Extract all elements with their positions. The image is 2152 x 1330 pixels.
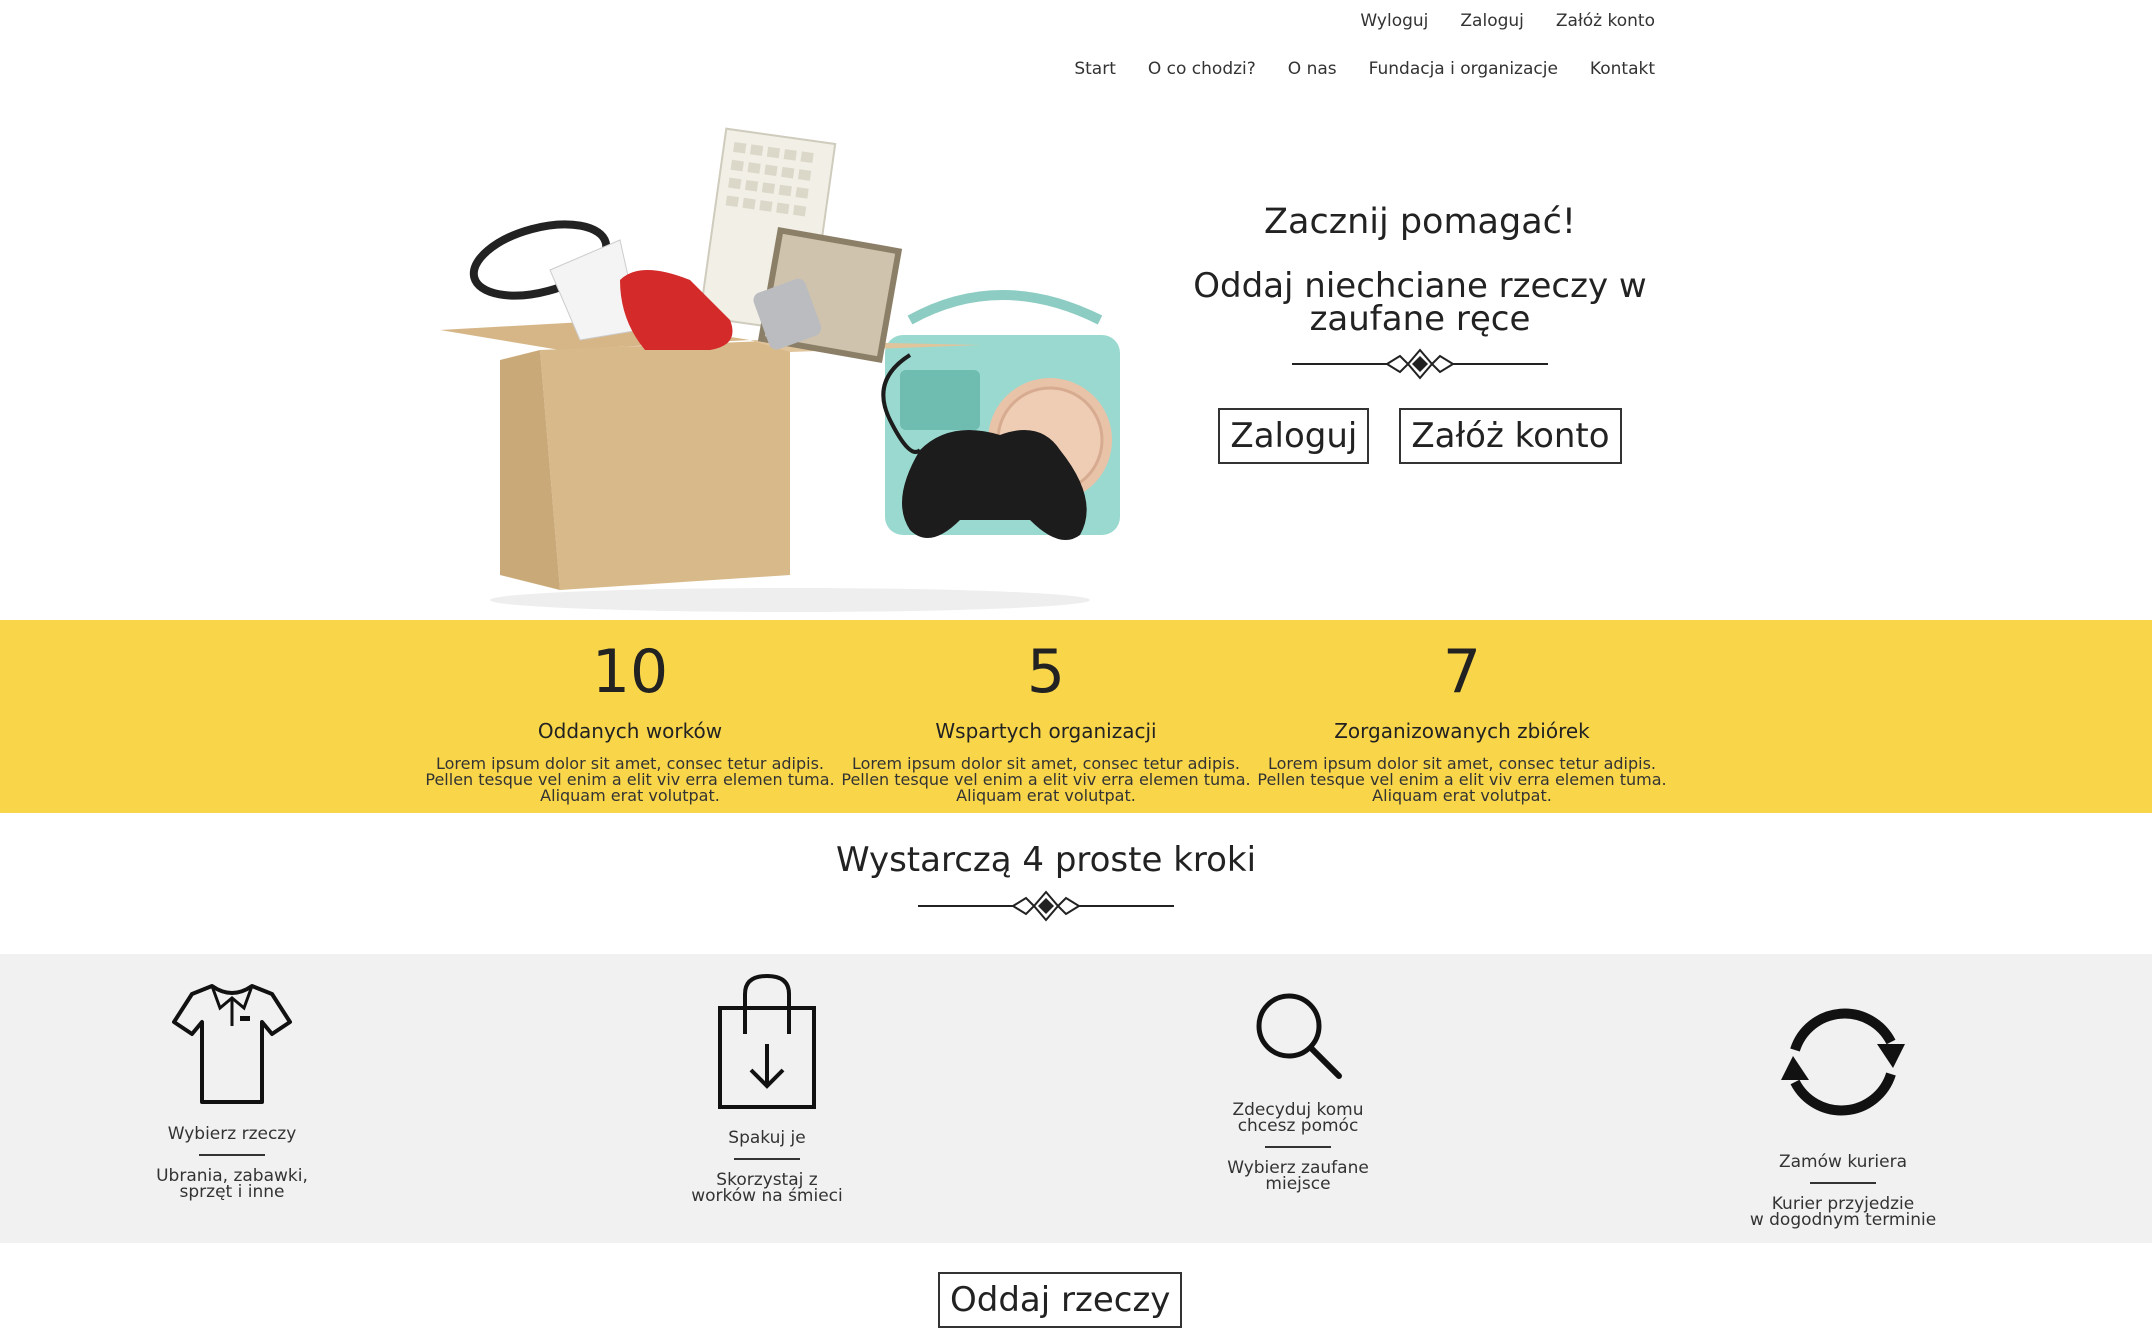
step-desc-line: worków na śmieci	[691, 1186, 843, 1206]
step-desc-line: w dogodnym terminie	[1749, 1210, 1937, 1230]
step-desc-line: sprzęt i inne	[179, 1182, 285, 1202]
step-divider	[1265, 1146, 1331, 1148]
stat-label: Zorganizowanych zbiórek	[1334, 719, 1590, 743]
step-choose-recipient: Zdecyduj komu chcesz pomóc Wybierz zaufa…	[1198, 954, 1398, 1194]
nav-item-start[interactable]: Start	[1042, 56, 1116, 82]
steps-heading-section: Wystarczą 4 proste kroki	[0, 838, 2092, 924]
step-order-courier: Zamów kuriera Kurier przyjedzie w dogodn…	[1743, 954, 1943, 1230]
hero-section: Zacznij pomagać! Oddaj niechciane rzeczy…	[1180, 200, 1660, 464]
stat-bags: 10 Oddanych worków Lorem ipsum dolor sit…	[420, 620, 840, 804]
nav-item-contact[interactable]: Kontakt	[1558, 56, 1655, 82]
step-choose-items: Wybierz rzeczy Ubrania, zabawki, sprzęt …	[132, 954, 332, 1202]
ornament-divider	[918, 890, 1174, 922]
stat-description: Lorem ipsum dolor sit amet, consec tetur…	[1252, 756, 1672, 804]
main-nav: Start O co chodzi? O nas Fundacja i orga…	[1042, 56, 1655, 82]
login-link[interactable]: Zaloguj	[1428, 8, 1523, 34]
stat-description: Lorem ipsum dolor sit amet, consec tetur…	[836, 756, 1256, 804]
hero-subtitle: Oddaj niechciane rzeczy w zaufane ręce	[1193, 266, 1647, 339]
logout-link[interactable]: Wyloguj	[1328, 8, 1428, 34]
stat-number: 7	[1442, 637, 1482, 707]
step-description: Wybierz zaufane miejsce	[1198, 1160, 1398, 1194]
step-pack-items: Spakuj je Skorzystaj z worków na śmieci	[667, 954, 867, 1206]
hero-image	[440, 127, 1120, 612]
stats-section: 10 Oddanych worków Lorem ipsum dolor sit…	[0, 620, 2152, 813]
stat-number: 10	[591, 637, 669, 707]
step-divider	[199, 1154, 265, 1156]
stat-description: Lorem ipsum dolor sit amet, consec tetur…	[420, 756, 840, 804]
step-divider	[1810, 1182, 1876, 1184]
ornament-divider	[1292, 348, 1548, 380]
step-title: Zamów kuriera	[1778, 1152, 1907, 1172]
stat-label: Oddanych worków	[537, 719, 723, 743]
shirt-icon	[172, 984, 292, 1104]
stat-number: 5	[1026, 637, 1066, 707]
bag-icon	[718, 974, 816, 1109]
steps-heading: Wystarczą 4 proste kroki	[835, 840, 1257, 880]
step-title: Spakuj je	[728, 1128, 806, 1148]
stat-desc-line: Aliquam erat volutpat.	[540, 786, 720, 805]
nav-item-foundations[interactable]: Fundacja i organizacje	[1337, 56, 1558, 82]
nav-item-about-idea[interactable]: O co chodzi?	[1116, 56, 1256, 82]
steps-section: Wybierz rzeczy Ubrania, zabawki, sprzęt …	[0, 954, 2152, 1243]
step-title: chcesz pomóc	[1237, 1116, 1359, 1136]
step-description: Ubrania, zabawki, sprzęt i inne	[132, 1168, 332, 1202]
hero-register-button[interactable]: Załóż konto	[1399, 408, 1622, 464]
stat-collections: 7 Zorganizowanych zbiórek Lorem ipsum do…	[1252, 620, 1672, 804]
hero-login-button[interactable]: Zaloguj	[1218, 408, 1370, 464]
stat-label: Wspartych organizacji	[935, 719, 1157, 743]
hero-buttons: Zaloguj Załóż konto	[1180, 408, 1660, 464]
register-link[interactable]: Załóż konto	[1524, 8, 1655, 34]
search-icon	[1256, 993, 1342, 1079]
stat-desc-line: Aliquam erat volutpat.	[956, 786, 1136, 805]
auth-nav: Wyloguj Zaloguj Załóż konto	[1328, 8, 1655, 34]
stat-organizations: 5 Wspartych organizacji Lorem ipsum dolo…	[836, 620, 1256, 804]
step-description: Skorzystaj z worków na śmieci	[667, 1172, 867, 1206]
step-description: Kurier przyjedzie w dogodnym terminie	[1743, 1196, 1943, 1230]
refresh-icon	[1781, 1008, 1905, 1116]
step-desc-line: miejsce	[1265, 1174, 1331, 1194]
stat-desc-line: Aliquam erat volutpat.	[1372, 786, 1552, 805]
step-divider	[734, 1158, 800, 1160]
hero-title: Zacznij pomagać!	[1264, 202, 1576, 242]
nav-item-about-us[interactable]: O nas	[1256, 56, 1337, 82]
step-title: Wybierz rzeczy	[167, 1124, 297, 1144]
give-items-button[interactable]: Oddaj rzeczy	[938, 1272, 1183, 1328]
